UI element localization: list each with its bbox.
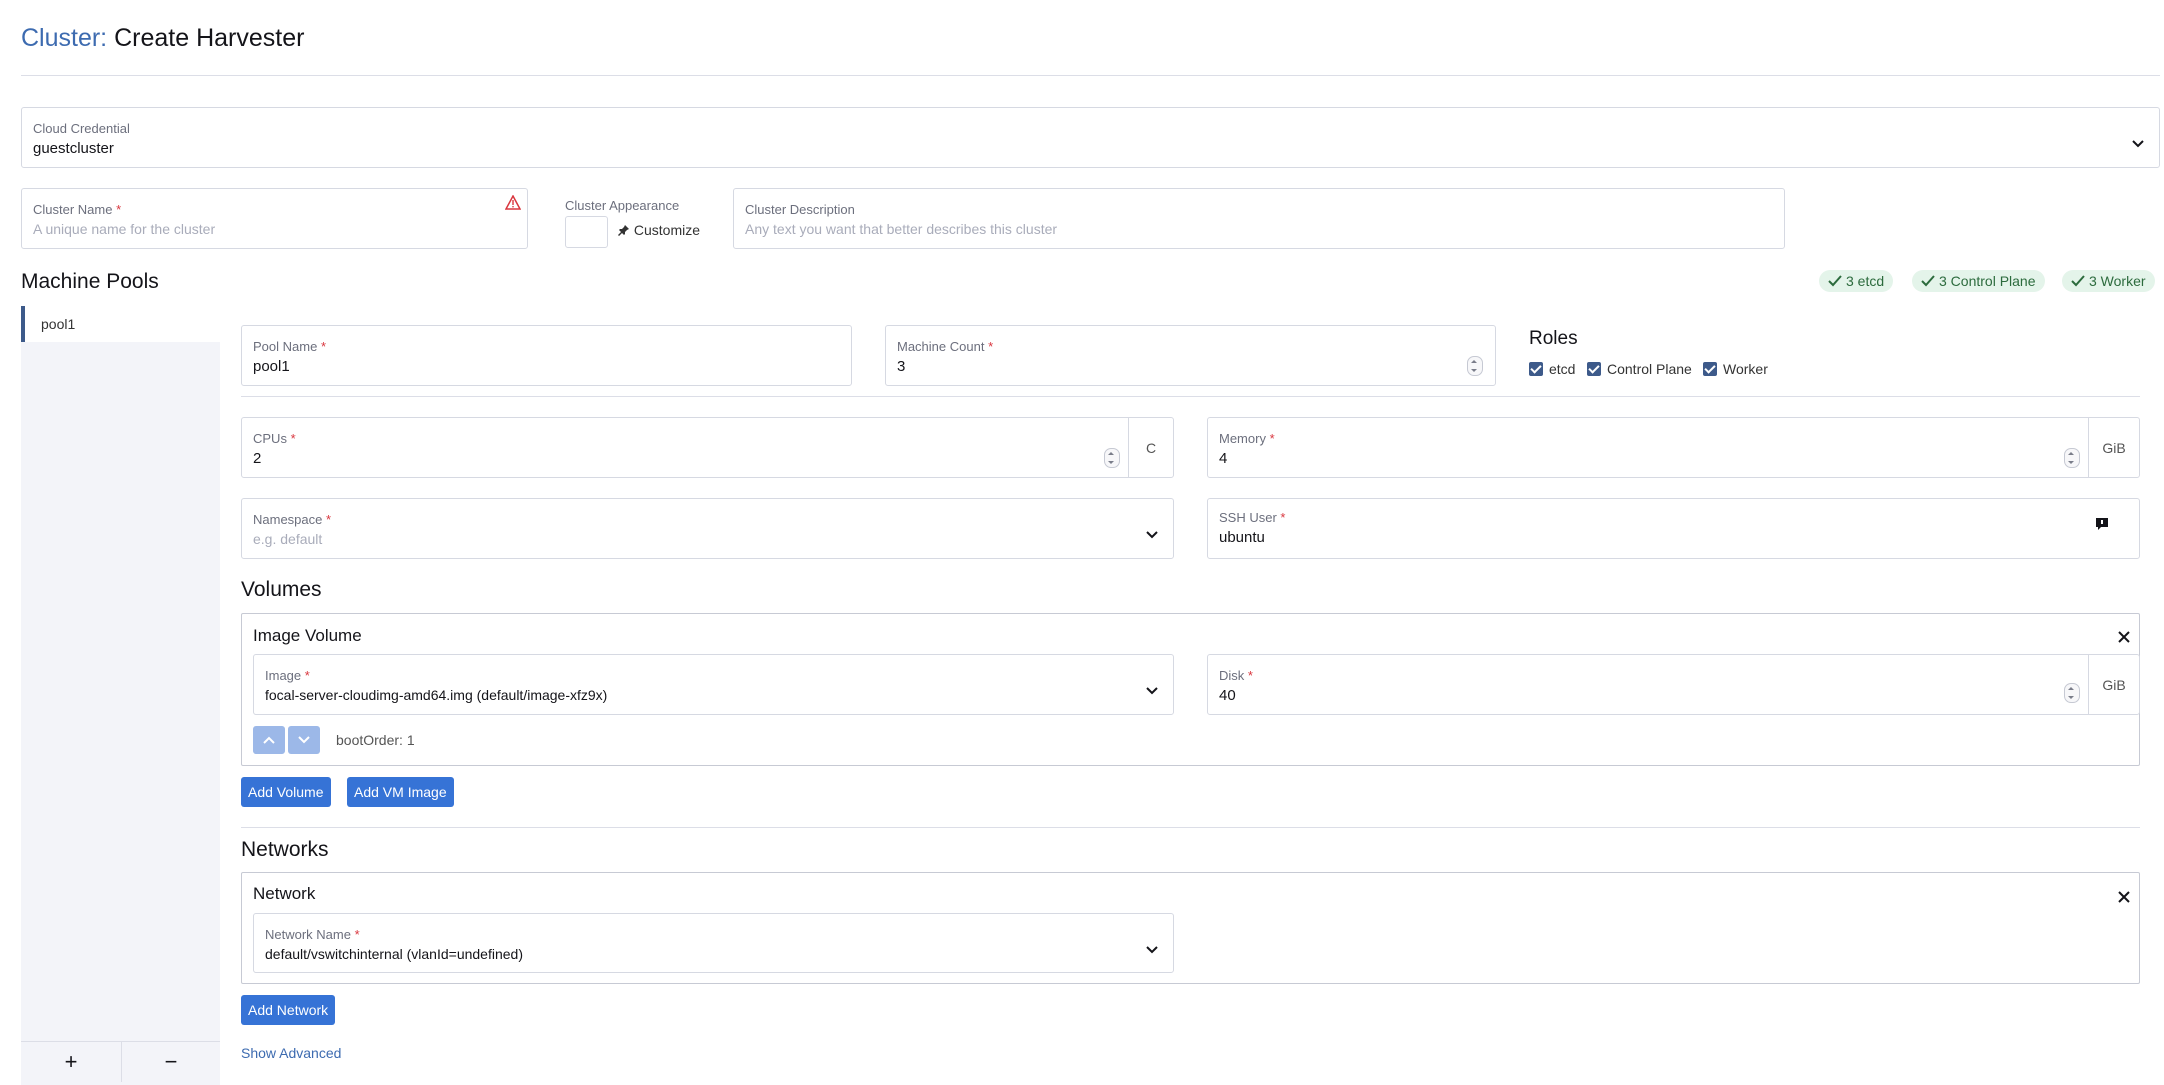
cluster-description-field[interactable]: Cluster Description Any text you want th…	[733, 188, 1785, 249]
pool-divider	[241, 396, 2140, 397]
pool-name-value: pool1	[253, 358, 290, 375]
chevron-up-icon	[263, 736, 275, 744]
pin-icon	[618, 225, 629, 236]
pool-name-label: Pool Name *	[253, 339, 326, 354]
cpus-field[interactable]: CPUs * 2 C	[241, 417, 1174, 478]
checkbox-checked-icon	[1587, 362, 1601, 376]
role-worker-checkbox[interactable]: Worker	[1703, 361, 1768, 377]
worker-badge: 3 Worker	[2062, 270, 2155, 292]
cpus-value: 2	[253, 450, 262, 467]
checkbox-checked-icon	[1529, 362, 1543, 376]
namespace-placeholder: e.g. default	[253, 531, 323, 547]
cluster-appearance-swatch[interactable]	[565, 216, 608, 248]
boot-order-text: bootOrder: 1	[336, 732, 415, 748]
ssh-user-field[interactable]: SSH User * ubuntu	[1207, 498, 2140, 559]
warning-icon	[505, 195, 521, 210]
pool-name-field[interactable]: Pool Name * pool1	[241, 325, 852, 386]
machine-count-value: 3	[897, 358, 906, 375]
roles-title: Roles	[1529, 328, 1578, 349]
ssh-user-value: ubuntu	[1219, 529, 1265, 546]
machine-count-field[interactable]: Machine Count * 3	[885, 325, 1496, 386]
page-title-text: Create Harvester	[114, 24, 305, 52]
image-label: Image *	[265, 668, 310, 683]
memory-unit: GiB	[2088, 418, 2139, 477]
add-vm-image-button[interactable]: Add VM Image	[347, 777, 454, 807]
cluster-description-placeholder: Any text you want that better describes …	[745, 221, 1058, 237]
add-pool-button[interactable]: +	[21, 1042, 121, 1082]
close-icon[interactable]	[2117, 630, 2131, 644]
check-icon	[1828, 275, 1842, 287]
image-value: focal-server-cloudimg-amd64.img (default…	[265, 687, 608, 703]
page-title-prefix: Cluster:	[21, 24, 108, 52]
header-divider	[21, 75, 2160, 76]
cluster-appearance-label: Cluster Appearance	[565, 198, 680, 213]
cloud-credential-label: Cloud Credential	[33, 121, 130, 136]
cloud-credential-value: guestcluster	[33, 140, 114, 157]
disk-value: 40	[1219, 687, 1236, 704]
chevron-down-icon	[2132, 140, 2144, 148]
namespace-label: Namespace *	[253, 512, 332, 527]
customize-button[interactable]: Customize	[618, 222, 700, 238]
chevron-down-icon	[298, 736, 310, 744]
cpus-unit: C	[1128, 418, 1173, 477]
network-name-label: Network Name *	[265, 927, 360, 942]
ssh-user-label: SSH User *	[1219, 510, 1286, 525]
cpus-label: CPUs *	[253, 431, 296, 446]
control-plane-badge: 3 Control Plane	[1912, 270, 2045, 292]
checkbox-checked-icon	[1703, 362, 1717, 376]
page-title: Cluster: Create Harvester	[21, 24, 304, 53]
image-select[interactable]: Image * focal-server-cloudimg-amd64.img …	[253, 654, 1174, 715]
show-advanced-link[interactable]: Show Advanced	[241, 1045, 341, 1061]
move-down-button[interactable]	[288, 726, 320, 754]
add-volume-button[interactable]: Add Volume	[241, 777, 331, 807]
password-manager-icon[interactable]	[2095, 517, 2109, 531]
etcd-badge: 3 etcd	[1819, 270, 1894, 292]
remove-pool-button[interactable]: −	[122, 1042, 220, 1082]
customize-label: Customize	[633, 222, 701, 238]
cluster-name-label: Cluster Name *	[33, 202, 122, 217]
move-up-button[interactable]	[253, 726, 285, 754]
volumes-divider	[241, 827, 2140, 828]
machine-pools-title: Machine Pools	[21, 270, 159, 293]
role-control-plane-checkbox[interactable]: Control Plane	[1587, 361, 1692, 377]
pool-sidebar	[21, 306, 220, 1085]
network-title: Network	[253, 884, 316, 903]
check-icon	[1921, 275, 1935, 287]
cluster-name-placeholder: A unique name for the cluster	[33, 221, 216, 237]
network-name-select[interactable]: Network Name * default/vswitchinternal (…	[253, 913, 1174, 973]
machine-count-stepper[interactable]	[1467, 356, 1483, 376]
chevron-down-icon	[1146, 531, 1158, 539]
cpus-stepper[interactable]	[1104, 448, 1120, 468]
sidebar-item-label: pool1	[41, 316, 76, 332]
volumes-title: Volumes	[241, 578, 322, 601]
memory-value: 4	[1219, 450, 1228, 467]
cluster-description-label: Cluster Description	[745, 202, 855, 217]
memory-field[interactable]: Memory * 4 GiB	[1207, 417, 2140, 478]
role-etcd-checkbox[interactable]: etcd	[1529, 361, 1575, 377]
sidebar-item-pool1[interactable]: pool1	[21, 306, 220, 342]
machine-count-label: Machine Count *	[897, 339, 994, 354]
memory-label: Memory *	[1219, 431, 1275, 446]
add-network-button[interactable]: Add Network	[241, 995, 336, 1025]
disk-stepper[interactable]	[2064, 683, 2080, 703]
check-icon	[2071, 275, 2085, 287]
close-icon[interactable]	[2117, 890, 2131, 904]
network-name-value: default/vswitchinternal (vlanId=undefine…	[265, 946, 523, 962]
chevron-down-icon	[1146, 687, 1158, 695]
cluster-name-field[interactable]: Cluster Name * A unique name for the clu…	[21, 188, 528, 249]
disk-unit: GiB	[2088, 655, 2139, 714]
cloud-credential-select[interactable]: Cloud Credential guestcluster	[21, 107, 2160, 168]
chevron-down-icon	[1146, 946, 1158, 954]
disk-field[interactable]: Disk * 40 GiB	[1207, 654, 2140, 715]
networks-title: Networks	[241, 838, 329, 861]
memory-stepper[interactable]	[2064, 448, 2080, 468]
disk-label: Disk *	[1219, 668, 1253, 683]
image-volume-title: Image Volume	[253, 626, 362, 645]
namespace-select[interactable]: Namespace * e.g. default	[241, 498, 1174, 559]
